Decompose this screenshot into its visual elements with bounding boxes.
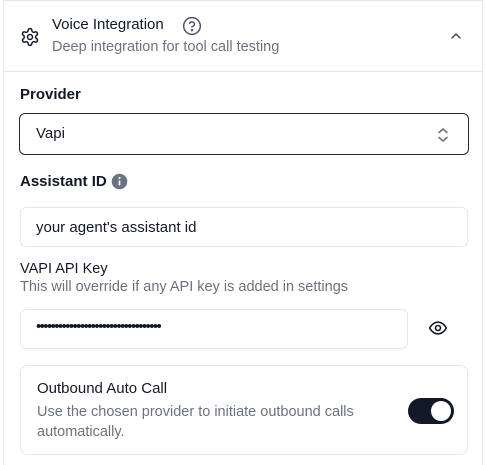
outbound-auto-call-card: Outbound Auto Call Use the chosen provid… bbox=[20, 365, 468, 455]
up-down-chevron-icon bbox=[438, 128, 448, 142]
provider-select[interactable]: Vapi bbox=[19, 113, 469, 155]
outbound-auto-call-title: Outbound Auto Call bbox=[37, 380, 168, 397]
provider-select-value: Vapi bbox=[36, 125, 65, 142]
outbound-auto-call-toggle[interactable] bbox=[408, 398, 454, 424]
assistant-id-value: your agent's assistant id bbox=[36, 219, 197, 236]
panel-title: Voice Integration bbox=[52, 16, 164, 33]
vapi-api-key-label: VAPI API Key bbox=[20, 261, 108, 277]
gear-icon bbox=[21, 27, 39, 47]
vapi-api-key-description: This will override if any API key is add… bbox=[20, 279, 349, 295]
vapi-api-key-input[interactable]: •••••••••••••••••••••••••••••••••• bbox=[20, 309, 408, 349]
provider-label: Provider bbox=[20, 86, 81, 103]
assistant-id-label: Assistant ID bbox=[20, 173, 107, 190]
help-circle-icon[interactable] bbox=[182, 16, 202, 36]
outbound-auto-call-description: Use the chosen provider to initiate outb… bbox=[37, 404, 354, 440]
panel-subtitle: Deep integration for tool call testing bbox=[52, 39, 280, 55]
assistant-id-input[interactable]: your agent's assistant id bbox=[20, 207, 468, 247]
voice-integration-panel: Voice Integration Deep integration for t… bbox=[3, 0, 483, 465]
eye-icon[interactable] bbox=[428, 318, 448, 338]
vapi-api-key-value: •••••••••••••••••••••••••••••••••• bbox=[36, 318, 162, 335]
toggle-knob bbox=[431, 401, 451, 421]
info-icon[interactable] bbox=[111, 173, 128, 190]
panel-header[interactable]: Voice Integration Deep integration for t… bbox=[4, 1, 482, 72]
chevron-up-icon[interactable] bbox=[448, 28, 464, 44]
